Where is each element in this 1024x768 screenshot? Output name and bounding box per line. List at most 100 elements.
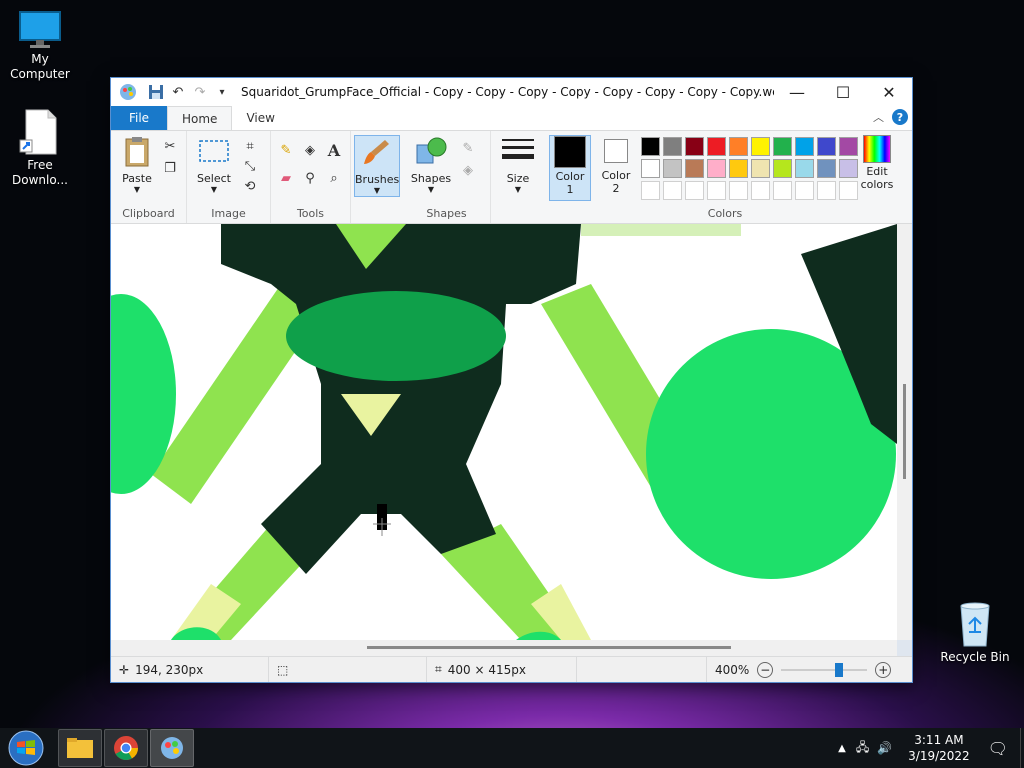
palette-swatch[interactable] — [751, 137, 770, 156]
palette-swatch[interactable] — [685, 159, 704, 178]
palette-swatch[interactable] — [817, 137, 836, 156]
palette-swatch[interactable] — [839, 159, 858, 178]
magnifier-icon[interactable]: ⌕ — [325, 169, 343, 187]
zoom-in-button[interactable]: + — [875, 661, 892, 678]
palette-swatch[interactable] — [707, 181, 726, 200]
palette-swatch[interactable] — [707, 137, 726, 156]
desktop-icon-label: Recycle Bin — [940, 650, 1010, 664]
palette-swatch[interactable] — [729, 159, 748, 178]
shapes-group-label: Shapes — [426, 207, 467, 220]
color-picker-icon[interactable]: ⚲ — [301, 169, 319, 187]
palette-swatch[interactable] — [751, 181, 770, 200]
palette-swatch[interactable] — [641, 159, 660, 178]
brushes-button[interactable]: Brushes ▼ — [354, 135, 400, 197]
zoom-slider-thumb[interactable] — [835, 662, 844, 677]
palette-swatch[interactable] — [817, 181, 836, 200]
size-label: Size — [506, 172, 530, 185]
palette-swatch[interactable] — [839, 137, 858, 156]
palette-swatch[interactable] — [795, 137, 814, 156]
palette-swatch[interactable] — [795, 159, 814, 178]
shapes-button[interactable]: Shapes ▼ — [409, 135, 453, 194]
palette-swatch[interactable] — [641, 137, 660, 156]
select-button[interactable]: Select ▼ — [191, 135, 237, 194]
desktop-icon-label: Free Downlo... — [12, 158, 68, 187]
palette-swatch[interactable] — [707, 159, 726, 178]
tab-view[interactable]: View — [232, 106, 288, 130]
horizontal-scrollbar[interactable] — [111, 640, 897, 656]
palette-swatch[interactable] — [795, 181, 814, 200]
horizontal-scrollbar-thumb[interactable] — [367, 646, 731, 649]
clock[interactable]: 3:11 AM 3/19/2022 — [896, 732, 982, 764]
palette-swatch[interactable] — [729, 181, 748, 200]
outline-icon[interactable]: ✎ — [459, 139, 477, 157]
zoom-slider-track — [781, 668, 868, 671]
maximize-button[interactable]: ☐ — [820, 78, 866, 106]
palette-swatch[interactable] — [663, 159, 682, 178]
taskbar-file-explorer[interactable] — [58, 729, 102, 767]
desktop-icon-recycle-bin[interactable]: Recycle Bin — [935, 602, 1015, 665]
pencil-icon[interactable]: ✎ — [277, 141, 295, 159]
zoom-out-button[interactable]: − — [757, 661, 774, 678]
redo-icon[interactable]: ↷ — [189, 81, 211, 103]
desktop-icon-label: My Computer — [10, 52, 70, 81]
rotate-icon[interactable]: ⟲ — [241, 177, 259, 195]
color2-button[interactable]: Color 2 — [595, 135, 637, 201]
color1-swatch — [554, 136, 586, 168]
cut-icon[interactable]: ✂ — [161, 137, 179, 155]
close-button[interactable]: ✕ — [866, 78, 912, 106]
volume-icon[interactable]: 🔊 — [873, 741, 896, 755]
copy-icon[interactable]: ❐ — [161, 159, 179, 177]
palette-swatch[interactable] — [839, 181, 858, 200]
palette-swatch[interactable] — [729, 137, 748, 156]
text-icon[interactable]: A — [325, 141, 343, 160]
size-group: Size ▼ — [491, 131, 545, 223]
zoom-slider[interactable] — [781, 662, 868, 678]
customize-toolbar-icon[interactable]: ▾ — [211, 81, 233, 103]
palette-swatch[interactable] — [685, 137, 704, 156]
palette-swatch[interactable] — [773, 159, 792, 178]
start-button[interactable] — [0, 729, 52, 767]
minimize-button[interactable]: — — [774, 78, 820, 106]
brushes-label: Brushes — [355, 173, 400, 186]
show-desktop-button[interactable] — [1020, 728, 1024, 768]
zoom-controls: 400% − + — [707, 661, 892, 678]
palette-swatch[interactable] — [773, 137, 792, 156]
canvas-area[interactable] — [111, 224, 912, 656]
eraser-icon[interactable]: ▰ — [277, 169, 295, 187]
resize-icon[interactable]: ⤡ — [241, 157, 259, 175]
vertical-scrollbar-thumb[interactable] — [903, 384, 906, 479]
palette-swatch[interactable] — [773, 181, 792, 200]
palette-swatch[interactable] — [663, 181, 682, 200]
crop-icon[interactable]: ⌗ — [241, 137, 259, 155]
palette-swatch[interactable] — [751, 159, 770, 178]
palette-swatch[interactable] — [817, 159, 836, 178]
palette-swatch[interactable] — [685, 181, 704, 200]
tab-home[interactable]: Home — [167, 106, 233, 130]
taskbar-chrome[interactable] — [104, 729, 148, 767]
chevron-up-icon[interactable]: ︿ — [873, 109, 884, 125]
size-button[interactable]: Size ▼ — [497, 135, 539, 194]
image-size-icon: ⌗ — [435, 662, 442, 676]
desktop-icon-my-computer[interactable]: My Computer — [0, 10, 80, 82]
fill-shape-icon[interactable]: ◈ — [459, 161, 477, 179]
save-icon[interactable] — [145, 81, 167, 103]
chevron-down-icon: ▼ — [210, 185, 218, 194]
network-icon[interactable]: 🖧 — [852, 738, 873, 759]
paste-button[interactable]: Paste ▼ — [117, 135, 157, 194]
paint-app-icon[interactable] — [117, 81, 139, 103]
show-hidden-icons-icon[interactable]: ▲ — [832, 743, 852, 754]
palette-swatch[interactable] — [641, 181, 660, 200]
edit-colors-button[interactable]: Edit colors — [857, 135, 897, 191]
undo-icon[interactable]: ↶ — [167, 81, 189, 103]
desktop-icon-free-download[interactable]: Free Downlo... — [0, 108, 80, 188]
cursor-position-cell: ✛ 194, 230px — [111, 657, 269, 682]
notifications-icon[interactable]: 🗨 — [982, 739, 1020, 758]
help-icon[interactable]: ? — [892, 109, 908, 125]
color1-button[interactable]: Color 1 — [549, 135, 591, 201]
fill-icon[interactable]: ◈ — [301, 141, 319, 159]
palette-swatch[interactable] — [663, 137, 682, 156]
image-canvas[interactable] — [111, 224, 897, 640]
vertical-scrollbar[interactable] — [897, 224, 912, 640]
taskbar-paint[interactable] — [150, 729, 194, 767]
tab-file[interactable]: File — [111, 106, 167, 130]
